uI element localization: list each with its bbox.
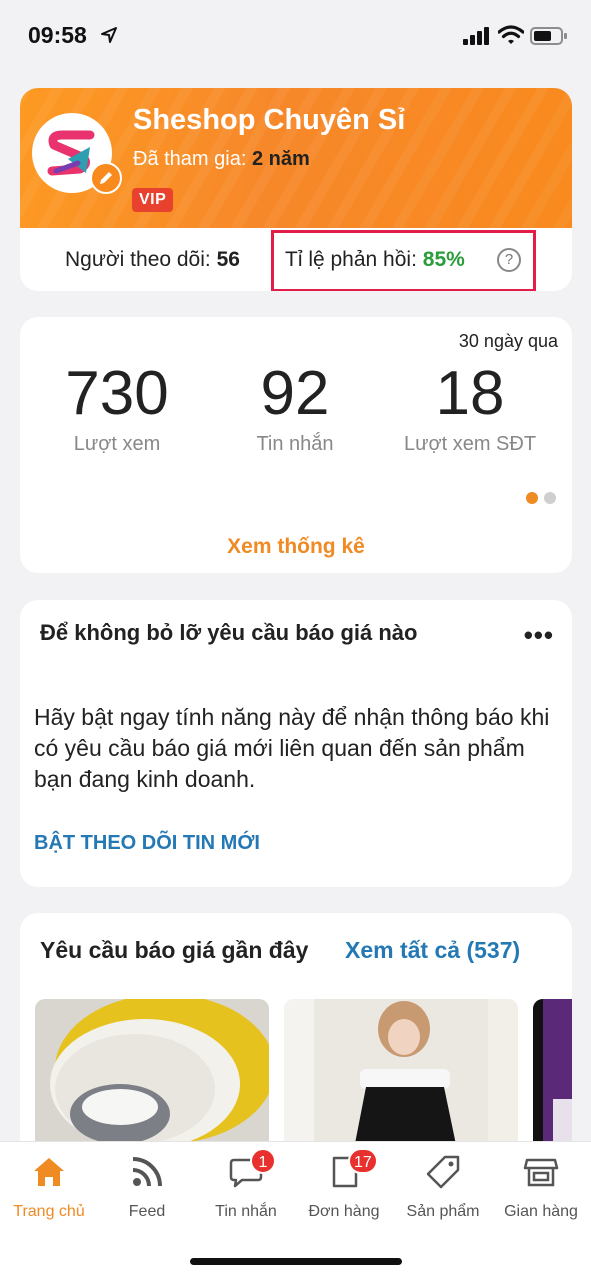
request-thumbnail[interactable] [284,999,518,1159]
product-image [533,999,572,1159]
enable-notifications-button[interactable]: BẬT THEO DÕI TIN MỚI [34,832,260,855]
joined-duration: Đã tham gia: 2 năm [133,148,310,171]
pager-dot[interactable] [544,492,556,504]
tab-label: Đơn hàng [308,1203,380,1220]
product-image [284,999,518,1159]
status-time: 09:58 [28,22,87,48]
view-stats-link[interactable]: Xem thống kê [20,535,572,559]
cellular-signal-icon [463,27,489,45]
tab-label: Gian hàng [504,1203,578,1220]
tag-icon [426,1155,460,1189]
location-arrow-icon [101,27,117,43]
shop-profile-card: Sheshop Chuyên Sỉ Đã tham gia: 2 năm VIP… [20,88,572,291]
recent-quote-requests-card: Yêu cầu báo giá gần đây Xem tất cả (537) [20,913,572,1173]
stat-label: Lượt xem [73,433,161,455]
followers-count: Người theo dõi: 56 [65,248,240,272]
more-options-icon[interactable]: ••• [524,620,554,651]
request-thumbnail[interactable] [533,999,572,1159]
rss-icon [132,1157,162,1187]
vip-badge: VIP [132,188,174,212]
pager-dot-active[interactable] [526,492,538,504]
pencil-icon [100,172,112,184]
stat-messages: 92 Tin nhắn [205,359,385,456]
stat-views: 730 Lượt xem [27,359,207,456]
product-image [35,999,269,1159]
notice-title: Để không bỏ lỡ yêu cầu báo giá nào [40,620,418,645]
carousel-pager [520,491,556,509]
tab-label: Trang chủ [13,1203,85,1220]
joined-value: 2 năm [251,148,310,170]
stat-phone-views: 18 Lượt xem SĐT [380,359,560,456]
requests-title: Yêu cầu báo giá gần đây [40,937,309,963]
stat-label: Lượt xem SĐT [403,433,537,455]
stats-card: 30 ngày qua 730 Lượt xem 92 Tin nhắn 18 … [20,317,572,573]
stat-value: 730 [65,359,169,428]
reply-rate: Tỉ lệ phản hồi: 85% [285,248,465,272]
messages-badge: 1 [250,1148,276,1174]
orders-badge: 17 [348,1148,378,1174]
stat-value: 18 [435,359,505,428]
tab-label: Tin nhắn [215,1203,277,1220]
home-icon [34,1158,64,1186]
store-icon [523,1158,559,1187]
joined-label: Đã tham gia: [133,148,247,170]
view-all-requests-link[interactable]: Xem tất cả (537) [345,937,520,964]
tab-label: Feed [128,1203,166,1220]
stat-value: 92 [260,359,330,428]
status-bar: 09:58 [0,0,591,72]
home-indicator[interactable] [190,1258,402,1265]
stats-period: 30 ngày qua [458,331,558,351]
notice-body: Hãy bật ngay tính năng này để nhận thông… [34,704,550,792]
edit-avatar-button[interactable] [90,162,122,194]
shop-name: Sheshop Chuyên Sỉ [133,104,406,136]
tab-label: Sản phẩm [406,1203,480,1220]
followers-label: Người theo dõi: [65,248,211,271]
reply-rate-label: Tỉ lệ phản hồi: [285,248,417,271]
wifi-icon [498,25,524,44]
followers-value: 56 [216,248,240,271]
request-thumbnail[interactable] [35,999,269,1159]
question-circle-icon[interactable]: ? [497,248,521,272]
stat-label: Tin nhắn [256,433,334,455]
quote-notification-card: Để không bỏ lỡ yêu cầu báo giá nào ••• H… [20,600,572,887]
battery-icon [530,27,567,45]
reply-rate-value: 85% [422,248,465,271]
